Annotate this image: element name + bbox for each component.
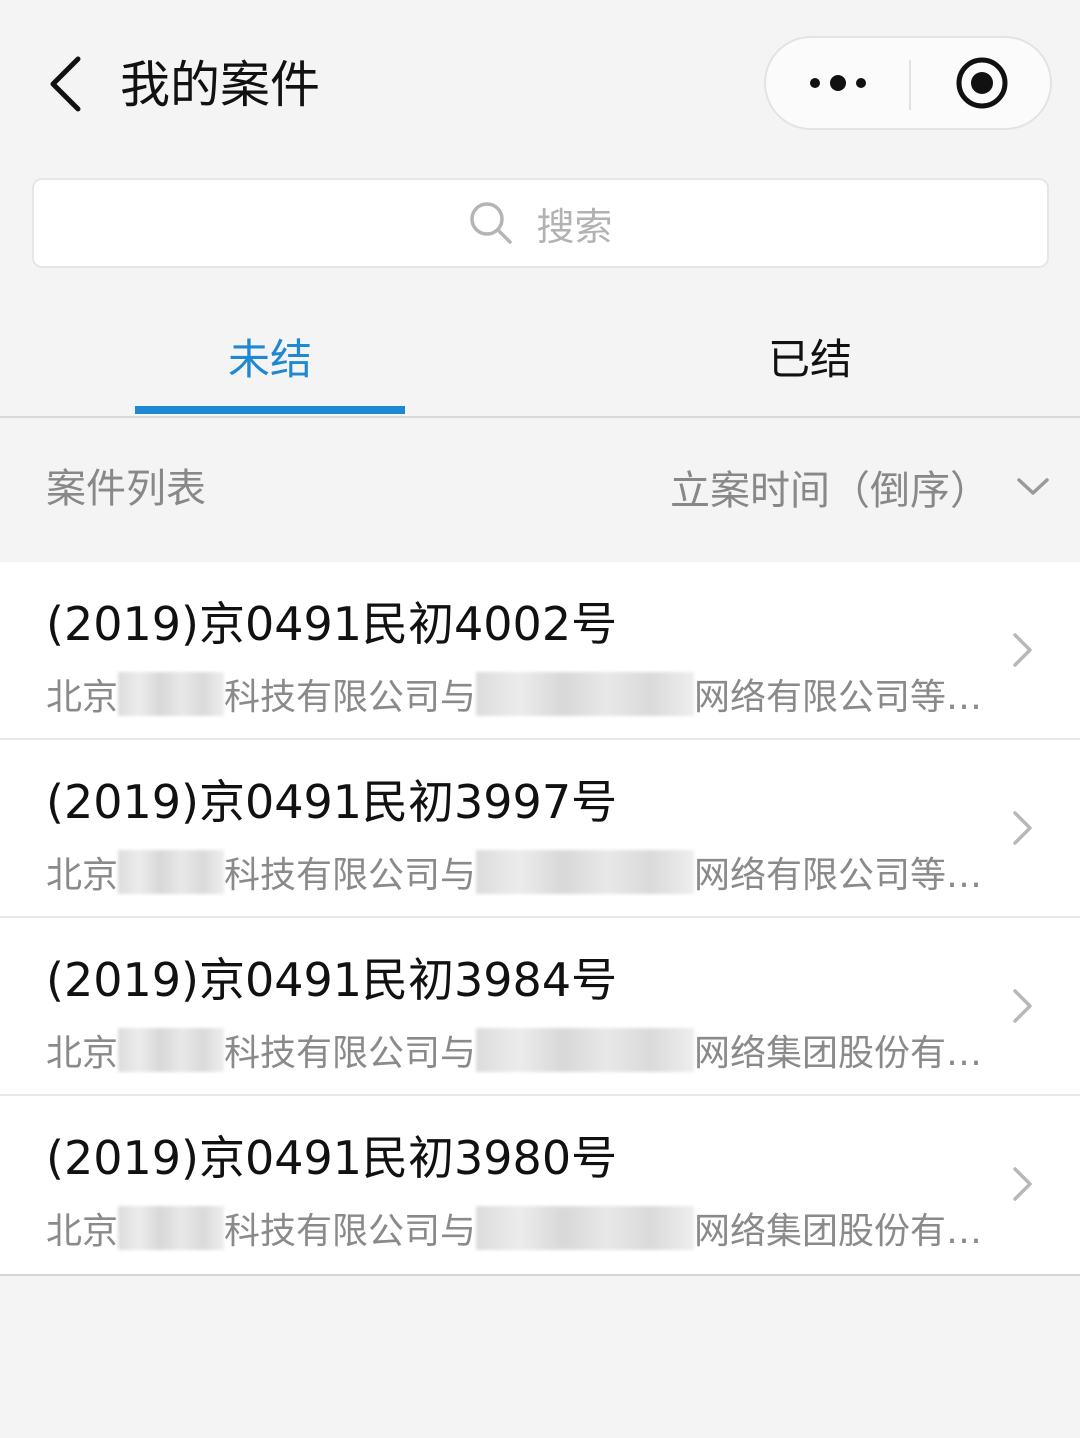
party2-suffix: 网络有限公司等… — [694, 855, 983, 896]
chevron-right-icon — [1006, 984, 1040, 1028]
chevron-left-icon — [50, 56, 81, 112]
case-parties: 北京 科技有限公司与 网络有限公司等… — [46, 670, 986, 718]
redacted-text — [476, 672, 695, 716]
sort-label: 立案时间（倒序） — [670, 468, 990, 514]
redacted-text — [476, 850, 695, 894]
case-number: (2019)京0491民初3997号 — [46, 775, 618, 829]
case-parties: 北京 科技有限公司与 网络有限公司等… — [46, 848, 986, 896]
chevron-right-icon — [1006, 628, 1040, 672]
case-parties: 北京 科技有限公司与 网络集团股份有… — [46, 1026, 986, 1074]
more-button[interactable] — [766, 38, 909, 128]
chevron-right-icon — [1006, 1162, 1040, 1206]
case-number: (2019)京0491民初4002号 — [46, 597, 618, 651]
active-tab-indicator — [135, 406, 405, 414]
party1-prefix: 北京 — [46, 855, 119, 896]
redacted-text — [118, 1206, 225, 1250]
chevron-down-icon — [1017, 478, 1049, 495]
party1-suffix: 科技有限公司与 — [224, 1211, 477, 1252]
party1-prefix: 北京 — [46, 1033, 119, 1074]
target-circle-icon — [956, 57, 1007, 109]
party2-suffix: 网络集团股份有… — [694, 1211, 983, 1252]
party1-suffix: 科技有限公司与 — [224, 1033, 477, 1074]
redacted-text — [118, 850, 225, 894]
more-dots-icon — [809, 75, 866, 91]
chevron-right-icon — [1006, 806, 1040, 850]
page-title: 我的案件 — [120, 56, 320, 114]
tab-closed[interactable]: 已结 — [540, 296, 1080, 416]
list-title: 案件列表 — [46, 466, 206, 512]
search-input[interactable]: 搜索 — [32, 178, 1049, 268]
party1-suffix: 科技有限公司与 — [224, 677, 477, 718]
search-icon — [468, 200, 514, 246]
case-parties: 北京 科技有限公司与 网络集团股份有… — [46, 1204, 986, 1252]
party2-suffix: 网络集团股份有… — [694, 1033, 983, 1074]
navigation-bar: 我的案件 — [0, 0, 1080, 160]
party2-suffix: 网络有限公司等… — [694, 677, 983, 718]
case-list: (2019)京0491民初4002号 北京 科技有限公司与 网络有限公司等… (… — [0, 562, 1080, 1276]
redacted-text — [476, 1206, 695, 1250]
case-list-item[interactable]: (2019)京0491民初3984号 北京 科技有限公司与 网络集团股份有… — [0, 918, 1080, 1096]
tab-pending[interactable]: 未结 — [0, 296, 540, 416]
party1-prefix: 北京 — [46, 677, 119, 718]
status-tabs: 未结 已结 — [0, 296, 1080, 418]
party1-suffix: 科技有限公司与 — [224, 855, 477, 896]
case-list-item[interactable]: (2019)京0491民初3997号 北京 科技有限公司与 网络有限公司等… — [0, 740, 1080, 918]
case-list-item[interactable]: (2019)京0491民初3980号 北京 科技有限公司与 网络集团股份有… — [0, 1096, 1080, 1274]
redacted-text — [118, 1028, 225, 1072]
back-button[interactable] — [30, 46, 100, 122]
search-placeholder: 搜索 — [536, 204, 613, 249]
mini-program-capsule — [764, 36, 1052, 130]
party1-prefix: 北京 — [46, 1211, 119, 1252]
case-number: (2019)京0491民初3984号 — [46, 953, 618, 1007]
case-list-item[interactable]: (2019)京0491民初4002号 北京 科技有限公司与 网络有限公司等… — [0, 562, 1080, 740]
redacted-text — [476, 1028, 695, 1072]
close-mini-program-button[interactable] — [911, 38, 1052, 128]
list-header: 案件列表 立案时间（倒序） — [0, 418, 1080, 560]
redacted-text — [118, 672, 225, 716]
sort-dropdown[interactable]: 立案时间（倒序） — [670, 456, 1050, 518]
case-number: (2019)京0491民初3980号 — [46, 1131, 618, 1185]
